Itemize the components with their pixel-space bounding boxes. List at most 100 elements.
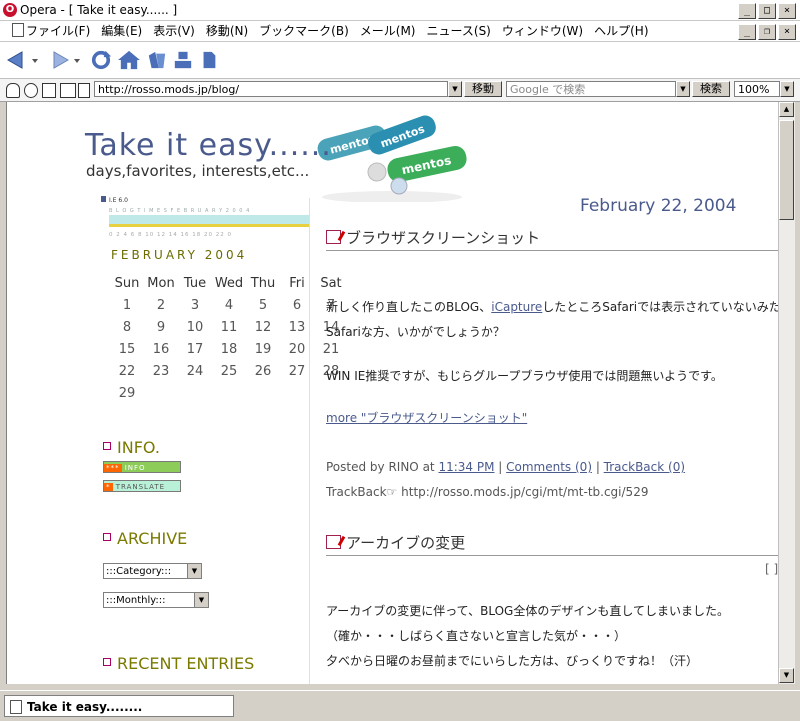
hand-pointer-icon: ☞ xyxy=(386,485,398,499)
comments-link[interactable]: Comments (0) xyxy=(506,460,592,474)
calendar-day: 15 xyxy=(118,341,136,357)
calendar-day: 26 xyxy=(254,363,272,379)
back-icon[interactable] xyxy=(6,50,28,70)
menu-navigate[interactable]: 移動(N) xyxy=(202,23,255,39)
monthly-select[interactable]: :::Monthly::: ▼ xyxy=(103,592,209,608)
calendar-day-header: Wed xyxy=(214,275,244,291)
icapture-link[interactable]: iCapture xyxy=(491,300,542,314)
blogtimes-ie-label: I.E 6.0 xyxy=(109,197,128,204)
go-button[interactable]: 移動 xyxy=(464,81,502,97)
forward-history-icon[interactable] xyxy=(72,50,82,70)
post-body-line: Safariな方、いかがでしょうか？ xyxy=(326,325,505,339)
calendar-day: 11 xyxy=(220,319,238,335)
page-tab[interactable]: Take it easy........ xyxy=(4,695,234,717)
bracket-mark: [ ] xyxy=(765,562,779,576)
recent-entries-heading: RECENT ENTRIES xyxy=(103,654,254,673)
close-button[interactable]: × xyxy=(778,3,796,19)
window-title: Opera - [ Take it easy...... ] xyxy=(20,3,178,17)
url-field[interactable]: http://rosso.mods.jp/blog/ xyxy=(94,81,448,97)
chevron-down-icon: ▼ xyxy=(187,564,201,578)
image-toggle-icon[interactable] xyxy=(60,83,76,98)
document-icon[interactable] xyxy=(200,50,218,70)
menu-view[interactable]: 表示(V) xyxy=(149,23,202,39)
calendar: Sun Mon Tue Wed Thu Fri Sat 1 2 3 4 5 6 … xyxy=(110,272,348,404)
post-body-line: 新しく作り直したこのBLOG、iCaptureしたところSafariでは表示され… xyxy=(326,300,779,314)
calendar-day: 10 xyxy=(186,319,204,335)
pencil-icon xyxy=(326,230,341,244)
bullet-icon xyxy=(103,442,111,450)
menu-edit[interactable]: 編集(E) xyxy=(97,23,149,39)
scroll-down-button[interactable]: ▼ xyxy=(779,668,794,683)
status-bar: Take it easy........ xyxy=(0,690,800,721)
zoom-field[interactable]: 100% xyxy=(734,81,780,97)
menu-file[interactable]: ファイル(F) xyxy=(8,23,97,39)
calendar-day xyxy=(144,382,178,404)
blogtimes-graph: I.E 6.0 B L O G T I M E S F E B R U A R … xyxy=(101,196,309,238)
mentos-logo-image: mentos mentos mentos xyxy=(317,115,467,202)
trackback-link[interactable]: TrackBack (0) xyxy=(604,460,685,474)
calendar-day-header: Thu xyxy=(250,275,276,291)
post-meta: Posted by RINO at 11:34 PM | Comments (0… xyxy=(326,460,686,474)
post-title[interactable]: ブラウザスクリーンショット xyxy=(326,227,779,251)
blogtimes-label: B L O G T I M E S F E B R U A R Y 2 0 0 … xyxy=(109,208,250,214)
calendar-day: 29 xyxy=(118,385,136,401)
bullet-icon xyxy=(103,533,111,541)
calendar-day: 25 xyxy=(220,363,238,379)
calendar-day: 5 xyxy=(258,297,268,313)
page-icon[interactable] xyxy=(78,83,90,98)
site-title[interactable]: Take it easy...... xyxy=(85,128,332,163)
calendar-day-header: Sat xyxy=(320,275,342,291)
back-history-icon[interactable] xyxy=(30,50,40,70)
calendar-title: FEBRUARY 2004 xyxy=(111,248,248,262)
menu-news[interactable]: ニュース(S) xyxy=(422,23,497,39)
translate-badge[interactable]: * TRANSLATE xyxy=(103,480,181,492)
menu-window[interactable]: ウィンドウ(W) xyxy=(498,23,590,39)
calendar-day: 3 xyxy=(190,297,200,313)
scroll-thumb[interactable] xyxy=(779,120,794,220)
opera-icon: O xyxy=(3,3,17,17)
calendar-day: 23 xyxy=(152,363,170,379)
forward-icon[interactable] xyxy=(48,50,70,70)
menu-bookmarks[interactable]: ブックマーク(B) xyxy=(255,23,356,39)
calendar-day: 9 xyxy=(156,319,166,335)
archive-heading: ARCHIVE xyxy=(103,529,187,548)
calendar-day-header: Mon xyxy=(147,275,175,291)
post-body-line: （確か・・・しばらく直さないと宣言した気が・・・） xyxy=(326,629,627,643)
post-body-line: アーカイブの変更に伴って、BLOG全体のデザインも直してしまいました。 xyxy=(326,604,729,618)
info-badge[interactable]: *** INFO xyxy=(103,461,181,473)
calendar-day xyxy=(178,382,212,404)
page-icon xyxy=(10,700,22,714)
search-button[interactable]: 検索 xyxy=(692,81,730,97)
calendar-day xyxy=(212,382,246,404)
post-body-line: 夕べから日曜のお昼前までにいらした方は、びっくりですね！（汗） xyxy=(326,654,699,668)
vertical-scrollbar[interactable]: ▲ ▼ xyxy=(778,102,795,684)
post-time-link[interactable]: 11:34 PM xyxy=(438,460,494,474)
reload-icon[interactable] xyxy=(88,50,114,70)
calendar-day: 12 xyxy=(254,319,272,335)
page-info-icon[interactable] xyxy=(42,83,56,98)
search-engine-dropdown[interactable]: ▼ xyxy=(676,81,690,97)
home-icon[interactable] xyxy=(116,50,142,70)
menu-help[interactable]: ヘルプ(H) xyxy=(590,23,655,39)
more-link[interactable]: more "ブラウザスクリーンショット" xyxy=(326,409,527,426)
search-input[interactable]: Google で検索 xyxy=(506,81,676,97)
document-icon xyxy=(12,23,24,37)
menu-mail[interactable]: メール(M) xyxy=(356,23,423,39)
maximize-button[interactable]: □ xyxy=(758,3,776,19)
minimize-button[interactable]: _ xyxy=(738,3,756,19)
url-dropdown-button[interactable]: ▼ xyxy=(448,81,462,97)
print-icon[interactable] xyxy=(172,50,194,70)
zoom-dropdown[interactable]: ▼ xyxy=(780,81,794,97)
security-lock-icon[interactable] xyxy=(6,83,20,98)
doc-restore-button[interactable]: ❐ xyxy=(758,24,776,40)
cookie-icon[interactable] xyxy=(24,83,38,98)
post-date: February 22, 2004 xyxy=(580,196,737,216)
doc-close-button[interactable]: × xyxy=(778,24,796,40)
scroll-up-button[interactable]: ▲ xyxy=(779,102,794,117)
site-subtitle: days,favorites, interests,etc... xyxy=(86,162,310,180)
category-select[interactable]: :::Category::: ▼ xyxy=(103,563,202,579)
hotlist-icon[interactable] xyxy=(146,50,168,70)
doc-minimize-button[interactable]: _ xyxy=(738,24,756,40)
calendar-day: 8 xyxy=(122,319,132,335)
post-title[interactable]: アーカイブの変更 xyxy=(326,532,779,556)
